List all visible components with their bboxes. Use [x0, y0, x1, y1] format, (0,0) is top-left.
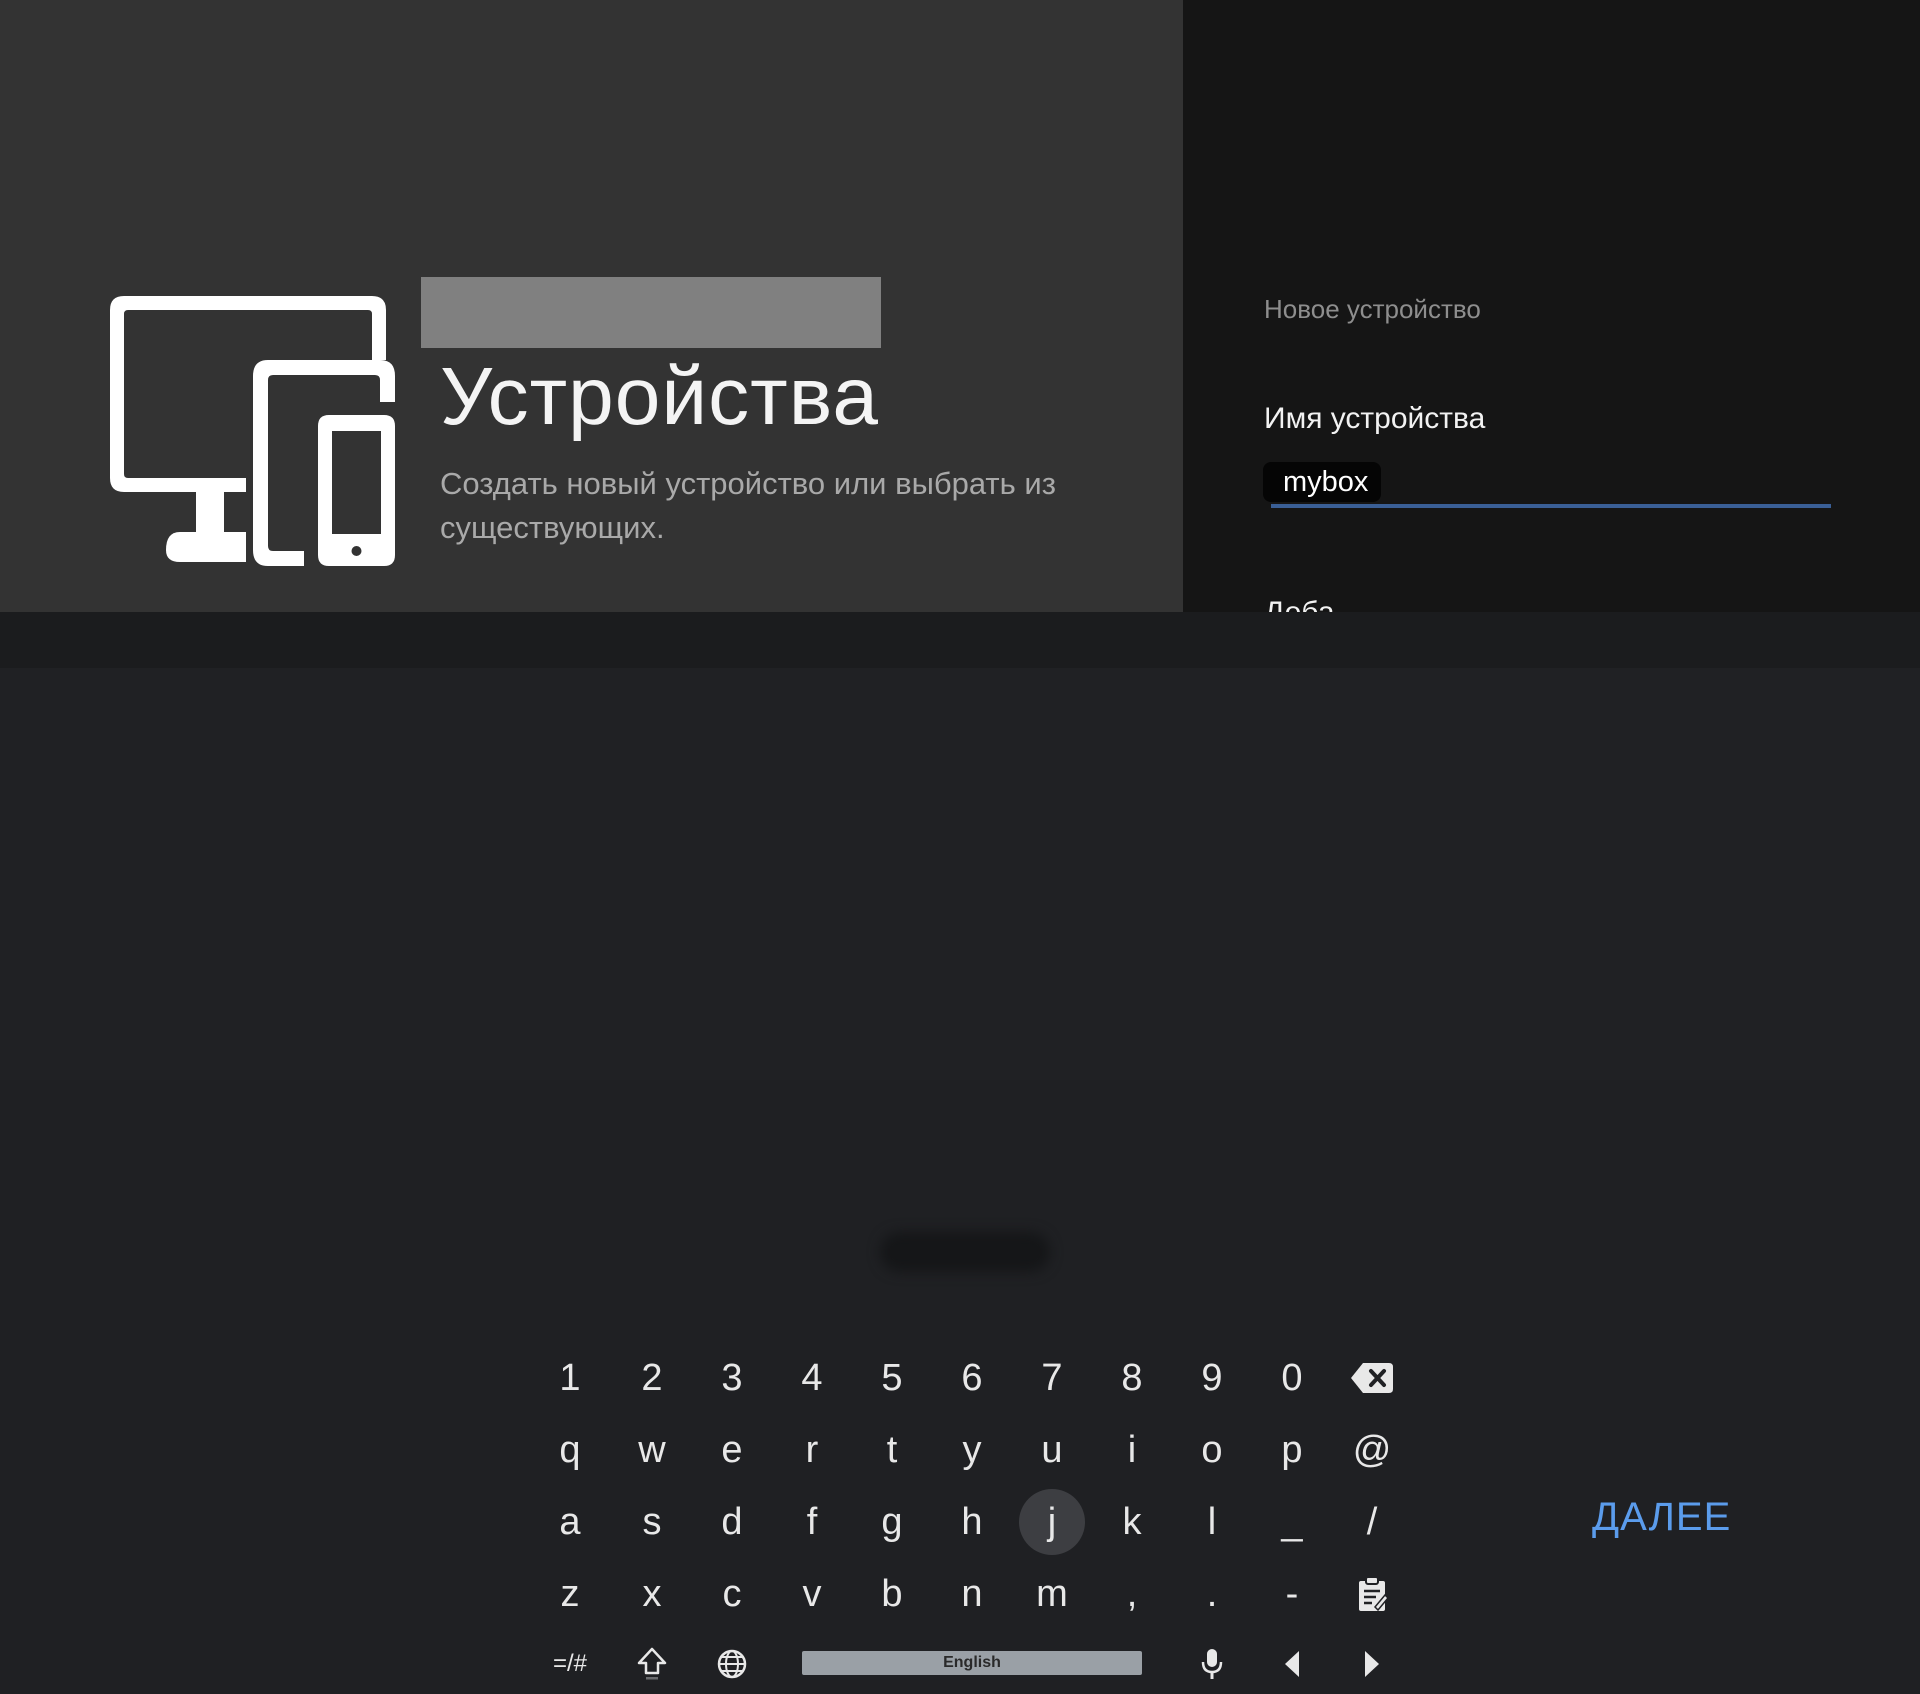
key-a[interactable]: a	[535, 1492, 605, 1552]
keyboard-top-strip	[0, 612, 1920, 1272]
key-j-focused[interactable]: j	[1017, 1489, 1087, 1555]
key-3[interactable]: 3	[697, 1348, 767, 1408]
key-g[interactable]: g	[857, 1492, 927, 1552]
key-n[interactable]: n	[937, 1564, 1007, 1624]
key-r[interactable]: r	[777, 1420, 847, 1480]
key-underscore[interactable]: _	[1257, 1492, 1327, 1552]
key-at[interactable]: @	[1337, 1420, 1407, 1480]
device-name-input[interactable]	[1271, 460, 1831, 508]
key-d[interactable]: d	[697, 1492, 767, 1552]
key-q[interactable]: q	[535, 1420, 605, 1480]
key-t[interactable]: t	[857, 1420, 927, 1480]
globe-icon[interactable]	[697, 1634, 767, 1694]
key-f[interactable]: f	[777, 1492, 847, 1552]
device-name-label: Имя устройства	[1264, 402, 1486, 435]
space-bar[interactable]: English	[802, 1651, 1142, 1675]
on-screen-keyboard: 1 2 3 4 5 6 7 8 9 0 q w e r t y u i o p …	[0, 668, 1920, 1680]
form-panel: Новое устройство Имя устройства Доба	[1183, 0, 1920, 612]
arrow-right-icon[interactable]	[1337, 1634, 1407, 1694]
key-7[interactable]: 7	[1017, 1348, 1087, 1408]
key-v[interactable]: v	[777, 1564, 847, 1624]
key-i[interactable]: i	[1097, 1420, 1167, 1480]
key-c[interactable]: c	[697, 1564, 767, 1624]
shift-icon[interactable]	[617, 1634, 687, 1694]
arrow-left-icon[interactable]	[1257, 1634, 1327, 1694]
key-p[interactable]: p	[1257, 1420, 1327, 1480]
key-4[interactable]: 4	[777, 1348, 847, 1408]
key-0[interactable]: 0	[1257, 1348, 1327, 1408]
next-button[interactable]: ДАЛЕЕ	[1592, 1495, 1731, 1540]
backspace-icon[interactable]	[1337, 1348, 1407, 1408]
key-h[interactable]: h	[937, 1492, 1007, 1552]
key-8[interactable]: 8	[1097, 1348, 1167, 1408]
key-b[interactable]: b	[857, 1564, 927, 1624]
page-title: Устройства	[440, 351, 879, 442]
key-e[interactable]: e	[697, 1420, 767, 1480]
key-s[interactable]: s	[617, 1492, 687, 1552]
key-comma[interactable]: ,	[1097, 1564, 1167, 1624]
key-x[interactable]: x	[617, 1564, 687, 1624]
key-y[interactable]: y	[937, 1420, 1007, 1480]
key-z[interactable]: z	[535, 1564, 605, 1624]
key-hyphen[interactable]: -	[1257, 1564, 1327, 1624]
clipboard-icon[interactable]	[1337, 1564, 1407, 1624]
key-m[interactable]: m	[1017, 1564, 1087, 1624]
title-image-placeholder	[421, 277, 881, 348]
key-slash[interactable]: /	[1337, 1492, 1407, 1552]
key-5[interactable]: 5	[857, 1348, 927, 1408]
key-k[interactable]: k	[1097, 1492, 1167, 1552]
guidance-panel: Устройства Создать новый устройство или …	[0, 0, 1183, 612]
devices-icon	[110, 296, 395, 566]
key-2[interactable]: 2	[617, 1348, 687, 1408]
key-6[interactable]: 6	[937, 1348, 1007, 1408]
key-period[interactable]: .	[1177, 1564, 1247, 1624]
key-u[interactable]: u	[1017, 1420, 1087, 1480]
key-o[interactable]: o	[1177, 1420, 1247, 1480]
symbols-key[interactable]: =/#	[535, 1634, 605, 1694]
key-9[interactable]: 9	[1177, 1348, 1247, 1408]
key-l[interactable]: l	[1177, 1492, 1247, 1552]
suggestion-shadow	[880, 1232, 1050, 1272]
breadcrumb: Новое устройство	[1264, 294, 1481, 324]
key-w[interactable]: w	[617, 1420, 687, 1480]
microphone-icon[interactable]	[1177, 1634, 1247, 1694]
page-description: Создать новый устройство или выбрать из …	[440, 466, 1056, 545]
key-1[interactable]: 1	[535, 1348, 605, 1408]
next-action-item[interactable]: Доба	[1264, 596, 1335, 612]
